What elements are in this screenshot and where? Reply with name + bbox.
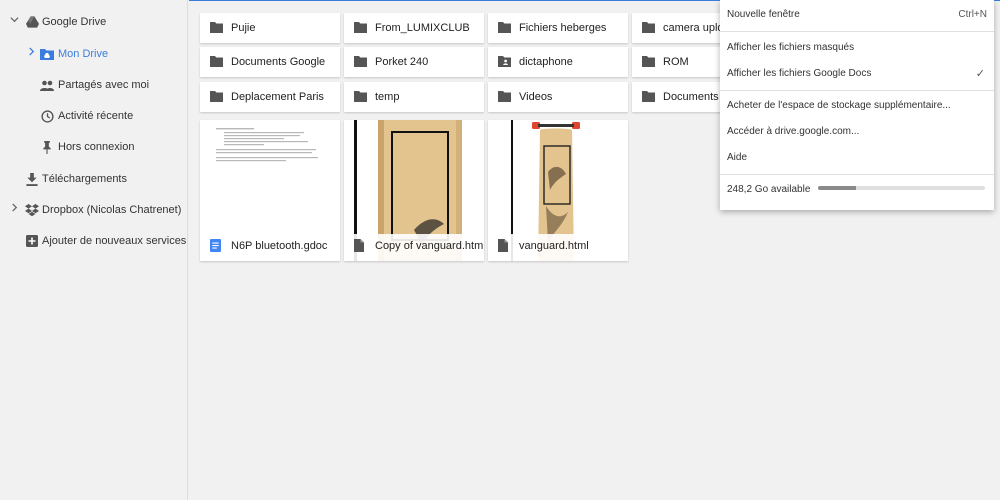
- file-icon: [498, 239, 509, 252]
- folder-tile[interactable]: temp: [344, 82, 484, 112]
- menu-item-show-hidden[interactable]: Afficher les fichiers masqués: [720, 36, 994, 60]
- sidebar-item-mon-drive[interactable]: Mon Drive: [0, 42, 187, 66]
- folder-name: Pujie: [231, 22, 256, 34]
- sidebar-item-google-drive[interactable]: Google Drive: [0, 10, 187, 34]
- clock-icon: [40, 109, 54, 123]
- folder-tile[interactable]: Fichiers heberges: [488, 13, 628, 43]
- menu-item-buy-storage[interactable]: Acheter de l'espace de stockage suppléme…: [720, 94, 994, 118]
- folder-tile[interactable]: Deplacement Paris: [200, 82, 340, 112]
- menu-divider: [720, 31, 994, 32]
- storage-label: 248,2 Go available: [727, 184, 811, 195]
- folder-icon: [642, 56, 655, 67]
- menu-item-go-to-drive[interactable]: Accéder à drive.google.com...: [720, 120, 994, 144]
- file-icon: [354, 239, 365, 252]
- sidebar: Google Drive Mon Drive Partagés avec moi…: [0, 0, 188, 500]
- folder-name: dictaphone: [519, 56, 573, 68]
- folder-icon: [642, 91, 655, 102]
- sidebar-item-label: Activité récente: [58, 110, 134, 122]
- folder-icon: [210, 56, 223, 67]
- menu-item-label: Aide: [727, 152, 748, 163]
- add-box-icon: [25, 234, 39, 248]
- google-drive-icon: [25, 15, 39, 29]
- folder-name: Documents Google: [231, 56, 326, 68]
- menu-item-show-google-docs[interactable]: Afficher les fichiers Google Docs ✓: [720, 62, 994, 86]
- sidebar-item-hors-connexion[interactable]: Hors connexion: [0, 135, 187, 159]
- people-icon: [40, 78, 54, 92]
- folder-icon: [210, 91, 223, 102]
- chevron-down-icon[interactable]: [9, 15, 19, 27]
- menu-item-label: Nouvelle fenêtre: [727, 9, 800, 20]
- storage-progress-bar: [818, 186, 985, 190]
- folder-icon: [498, 22, 511, 33]
- folder-icon: [354, 22, 367, 33]
- shared-folder-icon: [498, 56, 511, 67]
- file-tile[interactable]: Copy of vanguard.html: [344, 120, 484, 261]
- folder-icon: [354, 56, 367, 67]
- folder-tile[interactable]: Porket 240: [344, 47, 484, 77]
- folder-name: Deplacement Paris: [231, 91, 324, 103]
- folder-icon: [498, 91, 511, 102]
- sidebar-item-label: Dropbox (Nicolas Chatrenet): [42, 204, 182, 216]
- settings-menu: Nouvelle fenêtre Ctrl+N Afficher les fic…: [720, 0, 994, 210]
- sidebar-item-telechargements[interactable]: Téléchargements: [0, 167, 187, 191]
- menu-item-label: Acheter de l'espace de stockage suppléme…: [727, 100, 951, 111]
- storage-info: 248,2 Go available: [720, 178, 994, 202]
- menu-item-label: Afficher les fichiers Google Docs: [727, 68, 872, 79]
- checkmark-icon: ✓: [975, 68, 985, 80]
- folder-name: From_LUMIXCLUB: [375, 22, 470, 34]
- file-tile[interactable]: vanguard.html: [488, 120, 628, 261]
- folder-icon: [210, 22, 223, 33]
- folder-name: Fichiers heberges: [519, 22, 607, 34]
- sidebar-item-label: Hors connexion: [58, 141, 135, 153]
- sidebar-item-label: Partagés avec moi: [58, 79, 150, 91]
- sidebar-item-label: Google Drive: [42, 16, 107, 28]
- folder-name: Porket 240: [375, 56, 429, 68]
- chevron-right-icon[interactable]: [9, 203, 19, 215]
- file-name: N6P bluetooth.gdoc: [231, 240, 328, 252]
- file-tile[interactable]: N6P bluetooth.gdoc: [200, 120, 340, 261]
- sidebar-item-partages[interactable]: Partagés avec moi: [0, 73, 187, 97]
- pin-icon: [40, 140, 54, 154]
- folder-name: Videos: [519, 91, 553, 103]
- sidebar-item-activite[interactable]: Activité récente: [0, 104, 187, 128]
- sidebar-item-label: Mon Drive: [58, 48, 109, 60]
- sidebar-item-label: Ajouter de nouveaux services: [42, 235, 187, 247]
- menu-item-help[interactable]: Aide: [720, 146, 994, 170]
- menu-divider: [720, 90, 994, 91]
- menu-divider: [720, 174, 994, 175]
- menu-item-label: Afficher les fichiers masqués: [727, 42, 855, 53]
- folder-tile[interactable]: dictaphone: [488, 47, 628, 77]
- folder-name: ROM: [663, 56, 689, 68]
- keyboard-shortcut: Ctrl+N: [958, 9, 987, 20]
- folder-tile[interactable]: Pujie: [200, 13, 340, 43]
- sidebar-item-label: Téléchargements: [42, 173, 127, 185]
- folder-name: temp: [375, 91, 400, 103]
- folder-icon: [354, 91, 367, 102]
- download-icon: [25, 172, 39, 186]
- google-docs-icon: [210, 239, 221, 252]
- folder-tile[interactable]: From_LUMIXCLUB: [344, 13, 484, 43]
- menu-item-label: Accéder à drive.google.com...: [727, 126, 860, 137]
- dropbox-icon: [25, 203, 39, 217]
- file-name: vanguard.html: [519, 240, 589, 252]
- folder-icon: [642, 22, 655, 33]
- file-name: Copy of vanguard.html: [375, 240, 484, 252]
- sidebar-item-ajouter-services[interactable]: Ajouter de nouveaux services: [0, 229, 187, 253]
- folder-tile[interactable]: Videos: [488, 82, 628, 112]
- storage-progress-fill: [818, 186, 857, 190]
- sidebar-item-dropbox[interactable]: Dropbox (Nicolas Chatrenet): [0, 198, 187, 222]
- chevron-right-icon[interactable]: [26, 47, 36, 59]
- menu-item-new-window[interactable]: Nouvelle fenêtre Ctrl+N: [720, 3, 994, 27]
- my-drive-folder-icon: [40, 47, 54, 61]
- folder-tile[interactable]: Documents Google: [200, 47, 340, 77]
